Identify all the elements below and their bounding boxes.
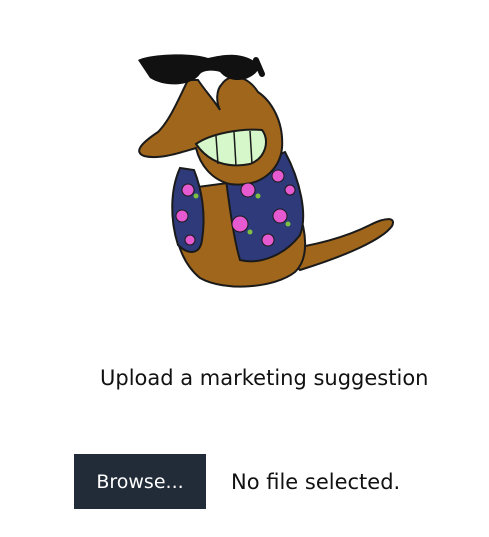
upload-title: Upload a marketing suggestion: [100, 366, 429, 390]
mascot-illustration: [130, 40, 400, 292]
browse-button[interactable]: Browse...: [74, 454, 206, 509]
file-status-text: No file selected.: [231, 470, 401, 494]
slug-with-sunglasses-icon: [138, 54, 394, 288]
